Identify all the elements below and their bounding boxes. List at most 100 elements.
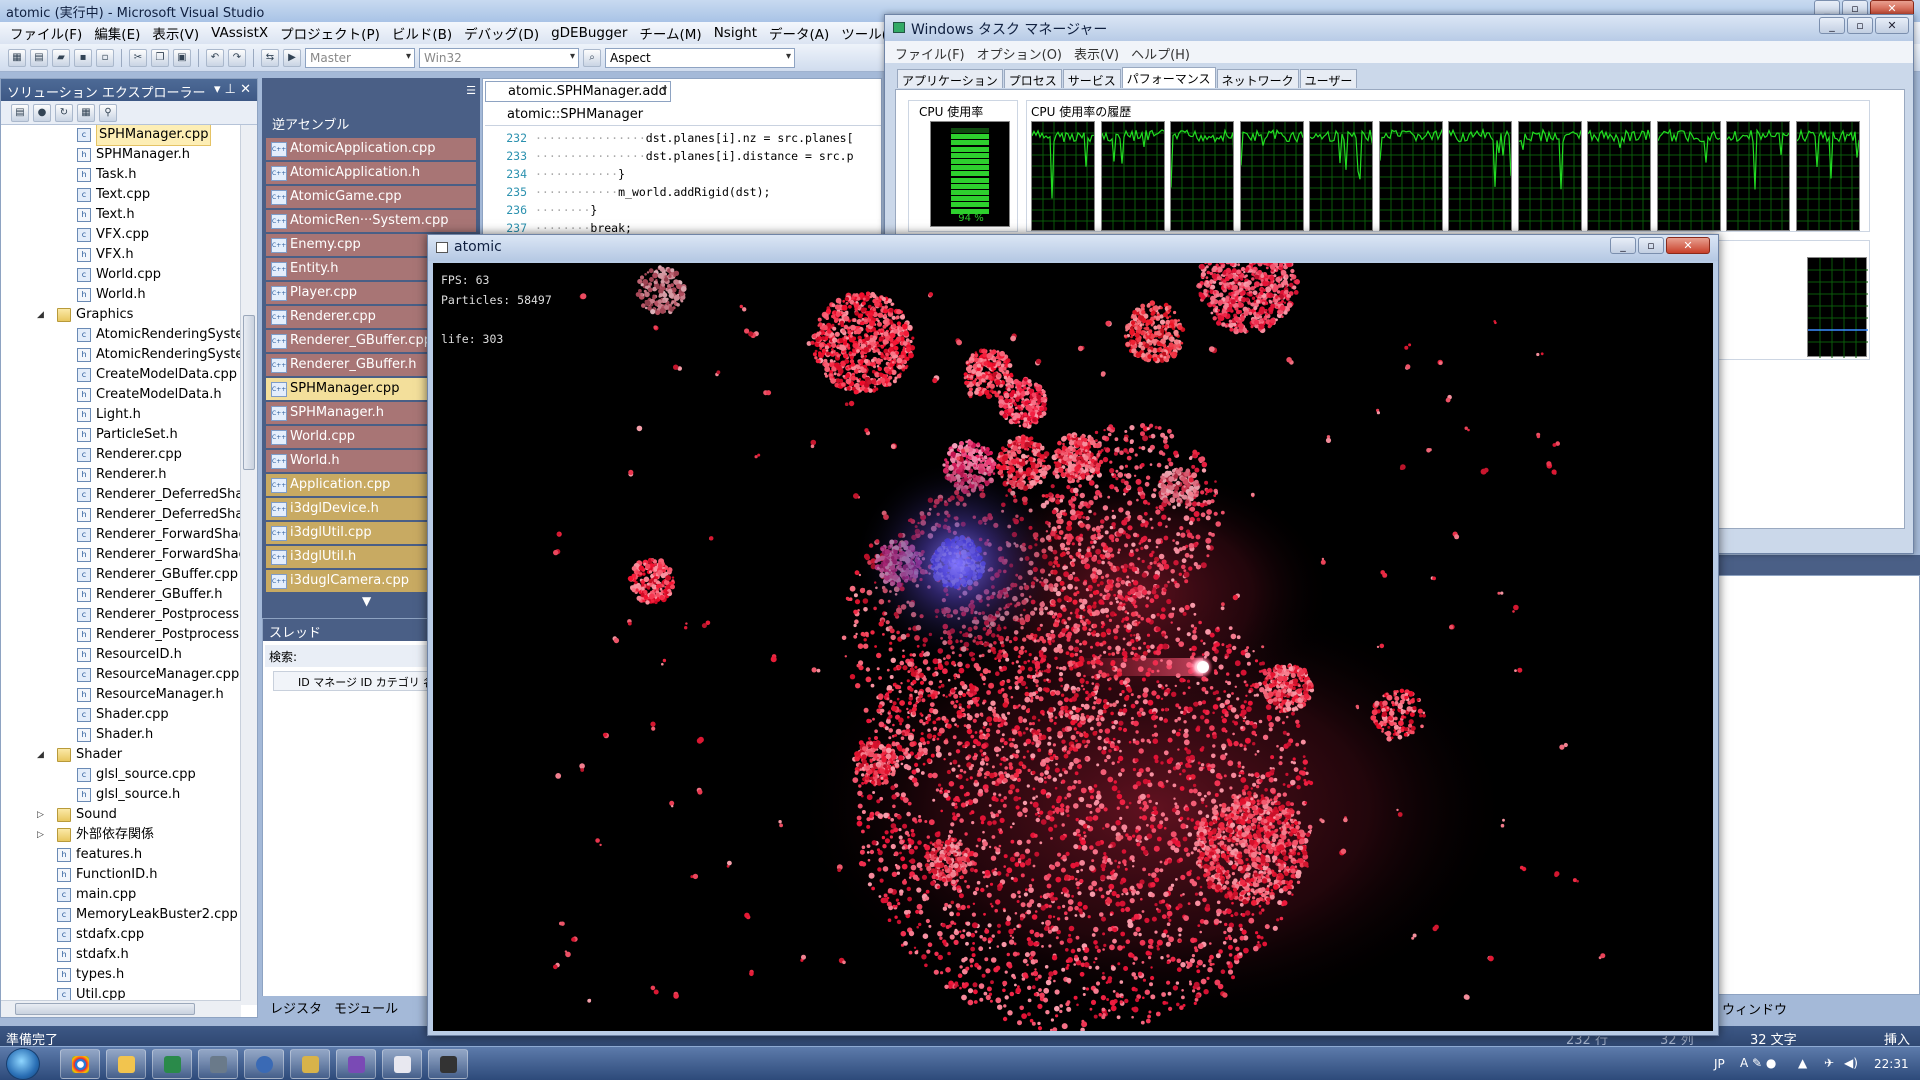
- tree-item[interactable]: c Text.cpp: [77, 185, 150, 205]
- save-icon[interactable]: ▪: [74, 48, 92, 67]
- tm-tab[interactable]: プロセス: [1003, 69, 1062, 88]
- tree-item[interactable]: c MemoryLeakBuster2.cpp: [57, 905, 238, 925]
- menu-item[interactable]: gDEBugger: [545, 25, 633, 41]
- tm-menu-item[interactable]: 表示(V): [1074, 44, 1119, 63]
- language-indicator[interactable]: JP: [1714, 1057, 1725, 1071]
- ime-icon[interactable]: A ✎ ●: [1740, 1056, 1776, 1070]
- tree-item[interactable]: h types.h: [57, 965, 124, 985]
- game-close-button[interactable]: ✕: [1666, 237, 1710, 254]
- tm-menu-item[interactable]: ファイル(F): [895, 44, 965, 63]
- game-viewport[interactable]: FPS: 63 Particles: 58497 life: 303: [433, 263, 1713, 1031]
- game-minimize-button[interactable]: _: [1610, 237, 1636, 254]
- game-maximize-button[interactable]: ▫: [1638, 237, 1664, 254]
- tab-modules[interactable]: モジュール: [334, 998, 398, 1017]
- expanded-arrow-icon[interactable]: ◢: [37, 305, 44, 325]
- tree-item[interactable]: h Renderer_DeferredShadi: [77, 505, 241, 525]
- tree-item[interactable]: c VFX.cpp: [77, 225, 149, 245]
- tree-item[interactable]: h Renderer.h: [77, 465, 167, 485]
- tray-expand-icon[interactable]: ▲: [1798, 1056, 1807, 1070]
- redo-icon[interactable]: ↷: [228, 48, 246, 67]
- tree-item[interactable]: h Light.h: [77, 405, 141, 425]
- solution-vertical-scrollbar[interactable]: [240, 125, 257, 1005]
- taskbar-notepad[interactable]: [382, 1049, 422, 1079]
- menu-item[interactable]: 表示(V): [146, 23, 205, 43]
- code-line[interactable]: 232 ················dst.planes[i].nz = sr…: [483, 129, 881, 147]
- tree-item[interactable]: h ResourceManager.h: [77, 685, 224, 705]
- config-combo[interactable]: Master: [305, 47, 415, 68]
- collapsed-arrow-icon[interactable]: ▷: [37, 805, 44, 825]
- tree-item[interactable]: c stdafx.cpp: [57, 925, 144, 945]
- tree-item[interactable]: ▷ Sound: [37, 805, 117, 825]
- menu-item[interactable]: ファイル(F): [4, 23, 88, 43]
- tree-item[interactable]: c main.cpp: [57, 885, 136, 905]
- tm-tab[interactable]: アプリケーション: [897, 69, 1003, 88]
- code-line[interactable]: 235 ············m_world.addRigid(dst);: [483, 183, 881, 201]
- tm-menu-item[interactable]: ヘルプ(H): [1131, 44, 1190, 63]
- tm-tab[interactable]: ユーザー: [1299, 69, 1358, 88]
- open-file-item[interactable]: AtomicApplication.h: [266, 162, 476, 184]
- cut-icon[interactable]: ✂: [129, 48, 147, 67]
- tree-item[interactable]: h ParticleSet.h: [77, 425, 178, 445]
- tree-item[interactable]: c Shader.cpp: [77, 705, 169, 725]
- tree-item[interactable]: h Task.h: [77, 165, 136, 185]
- panel-menu-icon[interactable]: ☰: [466, 84, 476, 97]
- tree-item[interactable]: h Text.h: [77, 205, 135, 225]
- refresh-icon[interactable]: ↻: [55, 103, 73, 122]
- copy-icon[interactable]: ❐: [151, 48, 169, 67]
- clock[interactable]: 22:31: [1874, 1057, 1909, 1071]
- taskbar-media[interactable]: [244, 1049, 284, 1079]
- tree-item[interactable]: h AtomicRenderingSystem: [77, 345, 241, 365]
- tree-item[interactable]: c Renderer_DeferredShadi: [77, 485, 241, 505]
- taskbar-chrome[interactable]: [60, 1049, 100, 1079]
- find-combo[interactable]: Aspect: [605, 47, 795, 68]
- open-file-item[interactable]: AtomicApplication.cpp: [266, 138, 476, 160]
- tree-item[interactable]: c Renderer_GBuffer.cpp: [77, 565, 238, 585]
- start-button[interactable]: [6, 1048, 40, 1080]
- menu-item[interactable]: VAssistX: [205, 25, 274, 41]
- tm-close-button[interactable]: ✕: [1875, 17, 1909, 34]
- scroll-down-icon[interactable]: ▼: [362, 594, 371, 608]
- paste-icon[interactable]: ▣: [173, 48, 191, 67]
- navigate-icon[interactable]: ⇆: [261, 48, 279, 67]
- taskbar-terminal[interactable]: [152, 1049, 192, 1079]
- tm-maximize-button[interactable]: ▫: [1847, 17, 1873, 34]
- code-line[interactable]: 236 ········}: [483, 201, 881, 219]
- tm-menu-item[interactable]: オプション(O): [977, 44, 1062, 63]
- tree-item[interactable]: c CreateModelData.cpp: [77, 365, 237, 385]
- tree-item[interactable]: ▷ 外部依存関係: [37, 825, 154, 845]
- taskbar-visual-studio[interactable]: [336, 1049, 376, 1079]
- tree-item[interactable]: c glsl_source.cpp: [77, 765, 196, 785]
- pin-icon[interactable]: ▾ ⊥ ✕: [214, 82, 251, 98]
- tab-registers[interactable]: レジスタ: [270, 998, 322, 1017]
- tree-item[interactable]: c Renderer_ForwardShadir: [77, 525, 241, 545]
- taskbar-atomic[interactable]: [428, 1049, 468, 1079]
- code-line[interactable]: 234 ············}: [483, 165, 881, 183]
- expanded-arrow-icon[interactable]: ◢: [37, 745, 44, 765]
- new-project-icon[interactable]: ▦: [8, 48, 26, 67]
- tm-tab[interactable]: ネットワーク: [1216, 69, 1299, 88]
- volume-icon[interactable]: ◀): [1844, 1056, 1858, 1070]
- solution-horizontal-scrollbar[interactable]: [1, 1000, 241, 1017]
- tree-item[interactable]: h stdafx.h: [57, 945, 129, 965]
- tree-item[interactable]: ◢ Graphics: [37, 305, 133, 325]
- tree-item[interactable]: c Renderer_Postprocess.cp: [77, 605, 241, 625]
- platform-combo[interactable]: Win32: [419, 47, 579, 68]
- tm-tab[interactable]: サービス: [1062, 69, 1121, 88]
- collapsed-arrow-icon[interactable]: ▷: [37, 825, 44, 845]
- taskbar-folder[interactable]: [290, 1049, 330, 1079]
- view-code-icon[interactable]: ▦: [77, 103, 95, 122]
- tree-item[interactable]: h glsl_source.h: [77, 785, 180, 805]
- tree-item[interactable]: h Renderer_ForwardShadir: [77, 545, 241, 565]
- tm-minimize-button[interactable]: _: [1819, 17, 1845, 34]
- code-lines[interactable]: 232 ················dst.planes[i].nz = sr…: [483, 129, 881, 237]
- tree-item[interactable]: c World.cpp: [77, 265, 161, 285]
- tree-item[interactable]: h VFX.h: [77, 245, 134, 265]
- class-diagram-icon[interactable]: ⚲: [99, 103, 117, 122]
- tree-item[interactable]: h Shader.h: [77, 725, 153, 745]
- tree-item[interactable]: h World.h: [77, 285, 146, 305]
- menu-item[interactable]: ビルド(B): [386, 23, 458, 43]
- tree-item[interactable]: c Renderer.cpp: [77, 445, 182, 465]
- open-file-item[interactable]: AtomicRen···System.cpp: [266, 210, 476, 232]
- tree-item[interactable]: c SPHManager.cpp: [77, 125, 212, 146]
- tab-window[interactable]: ウィンドウ: [1700, 996, 1920, 1018]
